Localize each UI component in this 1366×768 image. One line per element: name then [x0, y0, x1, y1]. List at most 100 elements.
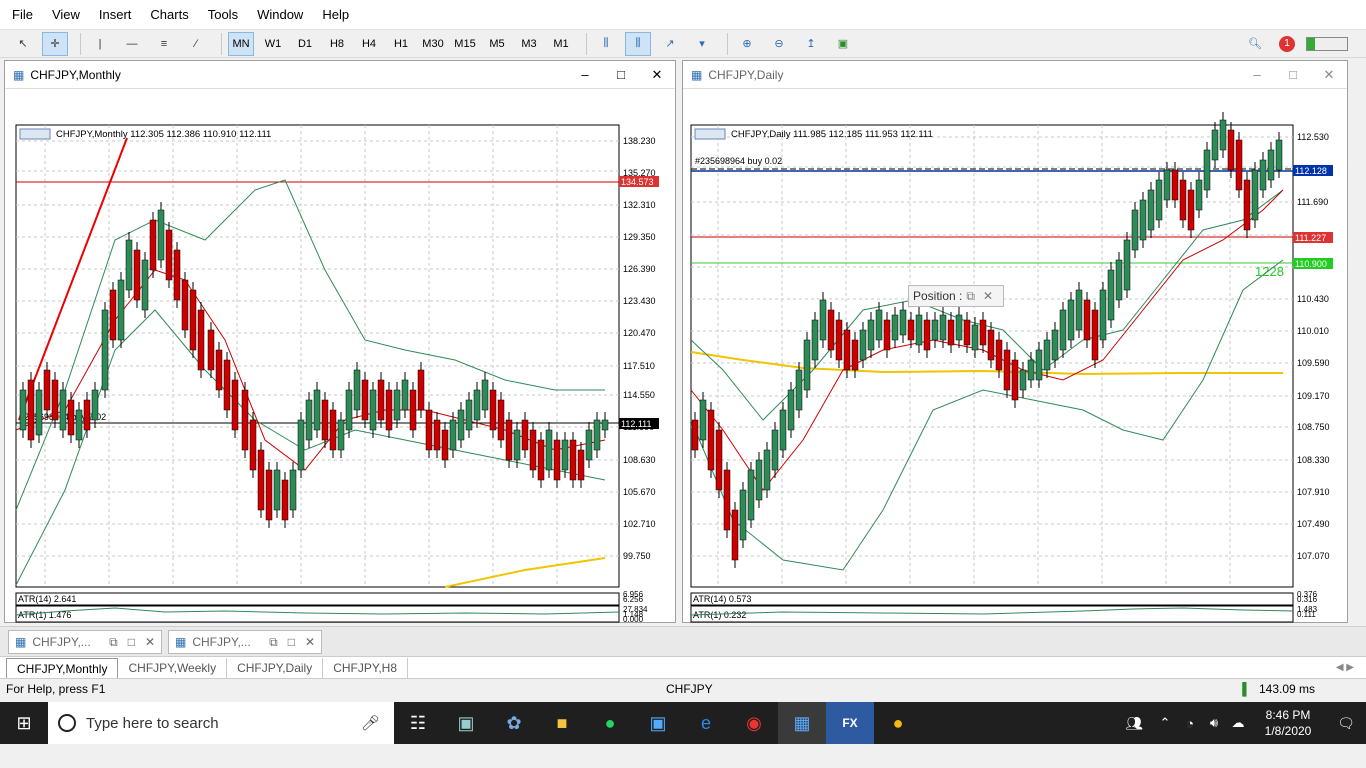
- zoom-out-icon[interactable]: ⊖: [766, 32, 792, 56]
- window-titlebar: ▦ CHFJPY,Monthly – □ ✕: [5, 61, 675, 89]
- close-icon[interactable]: ✕: [1311, 67, 1347, 83]
- atr14-panel: [690, 592, 1294, 606]
- microphone-icon[interactable]: 🎤︎: [361, 714, 380, 732]
- whatsapp-icon[interactable]: ●: [586, 702, 634, 744]
- chart-tab[interactable]: CHFJPY,Monthly: [6, 657, 119, 678]
- paint-icon[interactable]: ✿: [490, 702, 538, 744]
- timeframe-m15[interactable]: M15: [452, 32, 478, 56]
- timeframe-d1[interactable]: D1: [292, 32, 318, 56]
- search-placeholder: Type here to search: [86, 714, 219, 732]
- position-popup[interactable]: Position : ⧉ ✕: [908, 285, 1004, 307]
- close-icon[interactable]: ✕: [639, 67, 675, 83]
- windows-start-icon[interactable]: ⊞: [0, 702, 48, 744]
- chart-window-daily[interactable]: ▦ CHFJPY,Daily – □ ✕ 112.530 112.128 111.6…: [682, 60, 1348, 623]
- maximize-icon[interactable]: □: [288, 635, 295, 649]
- timeframe-m3[interactable]: M3: [516, 32, 542, 56]
- restore-icon[interactable]: ⧉: [966, 289, 975, 304]
- menu-item-help[interactable]: Help: [316, 7, 362, 22]
- close-icon[interactable]: ✕: [145, 635, 155, 649]
- people-icon[interactable]: 👥︎: [1116, 702, 1152, 744]
- candle: [273, 469, 281, 511]
- minimized-window[interactable]: ▦ CHFJPY,... ⧉ □ ✕: [168, 630, 322, 654]
- candle: [1019, 369, 1027, 391]
- candle: [231, 379, 239, 431]
- cursor-icon[interactable]: ↖: [10, 32, 36, 56]
- maximize-icon[interactable]: □: [603, 67, 639, 83]
- candlestick-icon[interactable]: ⫼: [625, 31, 651, 56]
- horizontal-line-icon[interactable]: —: [119, 32, 145, 56]
- crosshair-icon[interactable]: ✛: [42, 31, 68, 56]
- recorder-icon[interactable]: ◉: [730, 702, 778, 744]
- minimize-icon[interactable]: –: [567, 67, 603, 83]
- fxchoice-icon[interactable]: FX: [826, 702, 874, 744]
- price-chart[interactable]: 138.230135.270132.310129.350126.390123.4…: [5, 90, 675, 623]
- wifi-icon[interactable]: ◔: [1178, 702, 1202, 744]
- timeframe-m30[interactable]: M30: [420, 32, 446, 56]
- timeframe-mn[interactable]: MN: [228, 31, 254, 56]
- status-ping: 143.09 ms: [1259, 682, 1316, 696]
- chart-tab[interactable]: CHFJPY,Daily: [227, 657, 324, 678]
- candle: [441, 429, 449, 461]
- timeframe-h8[interactable]: H8: [324, 32, 350, 56]
- candle: [157, 209, 165, 261]
- restore-icon[interactable]: ⧉: [109, 635, 118, 650]
- timeframe-h4[interactable]: H4: [356, 32, 382, 56]
- autoscroll-icon[interactable]: ↥: [798, 32, 824, 56]
- onedrive-icon[interactable]: ☁: [1226, 702, 1250, 744]
- chart-tab[interactable]: CHFJPY,Weekly: [118, 657, 228, 678]
- tab-scroll-arrows[interactable]: ◀ ▶: [1336, 662, 1354, 673]
- fibonacci-icon[interactable]: ≡: [151, 32, 177, 56]
- network-app-icon[interactable]: ▦: [778, 702, 826, 744]
- candle: [497, 399, 505, 441]
- chrome-icon[interactable]: ●: [874, 702, 922, 744]
- chart-window-monthly[interactable]: ▦ CHFJPY,Monthly – □ ✕ 138.230 135.270 132…: [4, 60, 676, 623]
- restore-icon[interactable]: ⧉: [269, 635, 278, 650]
- maximize-icon[interactable]: □: [128, 635, 135, 649]
- file-explorer-icon[interactable]: ■: [538, 702, 586, 744]
- zoom-in-icon[interactable]: ⊕: [734, 32, 760, 56]
- price-axis-label: 110.430: [1297, 294, 1329, 304]
- candle: [35, 389, 43, 436]
- indicators-icon[interactable]: ▾: [689, 32, 715, 56]
- line-chart-icon[interactable]: ↗: [657, 32, 683, 56]
- menu-item-tools[interactable]: Tools: [202, 7, 251, 22]
- action-center-icon[interactable]: 🗨︎: [1326, 702, 1366, 744]
- menu-item-charts[interactable]: Charts: [144, 7, 201, 22]
- close-icon[interactable]: ✕: [305, 635, 315, 649]
- search-icon[interactable]: 🔍︎: [1242, 32, 1268, 56]
- candle: [739, 489, 747, 541]
- minimized-window[interactable]: ▦ CHFJPY,... ⧉ □ ✕: [8, 630, 162, 654]
- chart-info-icon: [19, 128, 51, 140]
- menu-item-window[interactable]: Window: [251, 7, 316, 22]
- chevron-up-icon[interactable]: ⌃: [1152, 702, 1178, 744]
- candle: [1051, 329, 1059, 361]
- remote-desktop-icon[interactable]: ▣: [634, 702, 682, 744]
- maximize-icon[interactable]: □: [1275, 67, 1311, 83]
- menu-item-file[interactable]: File: [6, 7, 46, 22]
- timeframe-h1[interactable]: H1: [388, 32, 414, 56]
- candle: [1219, 119, 1227, 151]
- price-chart[interactable]: 112.530 112.128 111.690 111.227 110.900 110.4…: [683, 90, 1347, 623]
- timeframe-m5[interactable]: M5: [484, 32, 510, 56]
- candle: [995, 339, 1003, 371]
- bar-chart-icon[interactable]: ⫼: [593, 32, 619, 56]
- taskbar-search[interactable]: Type here to search 🎤︎: [48, 702, 394, 744]
- minimize-icon[interactable]: –: [1239, 67, 1275, 83]
- shift-chart-icon[interactable]: ▣: [830, 32, 856, 56]
- clock[interactable]: 8:46 PM 1/8/2020: [1250, 707, 1326, 739]
- volume-icon[interactable]: 🔊︎: [1202, 702, 1226, 744]
- chart-tab[interactable]: CHFJPY,H8: [323, 657, 409, 678]
- notification-icon[interactable]: 1: [1274, 32, 1300, 56]
- vertical-line-icon[interactable]: |: [87, 32, 113, 56]
- task-view-icon[interactable]: ☷: [394, 702, 442, 744]
- menu-item-view[interactable]: View: [46, 7, 93, 22]
- trendline-icon[interactable]: ∕: [183, 32, 209, 56]
- menu-item-insert[interactable]: Insert: [93, 7, 145, 22]
- app-icon[interactable]: ▣: [442, 702, 490, 744]
- timeframe-m1[interactable]: M1: [548, 32, 574, 56]
- close-icon[interactable]: ✕: [983, 289, 993, 303]
- candle: [249, 419, 257, 471]
- window-title: CHFJPY,Daily: [708, 67, 784, 82]
- timeframe-w1[interactable]: W1: [260, 32, 286, 56]
- edge-icon[interactable]: e: [682, 702, 730, 744]
